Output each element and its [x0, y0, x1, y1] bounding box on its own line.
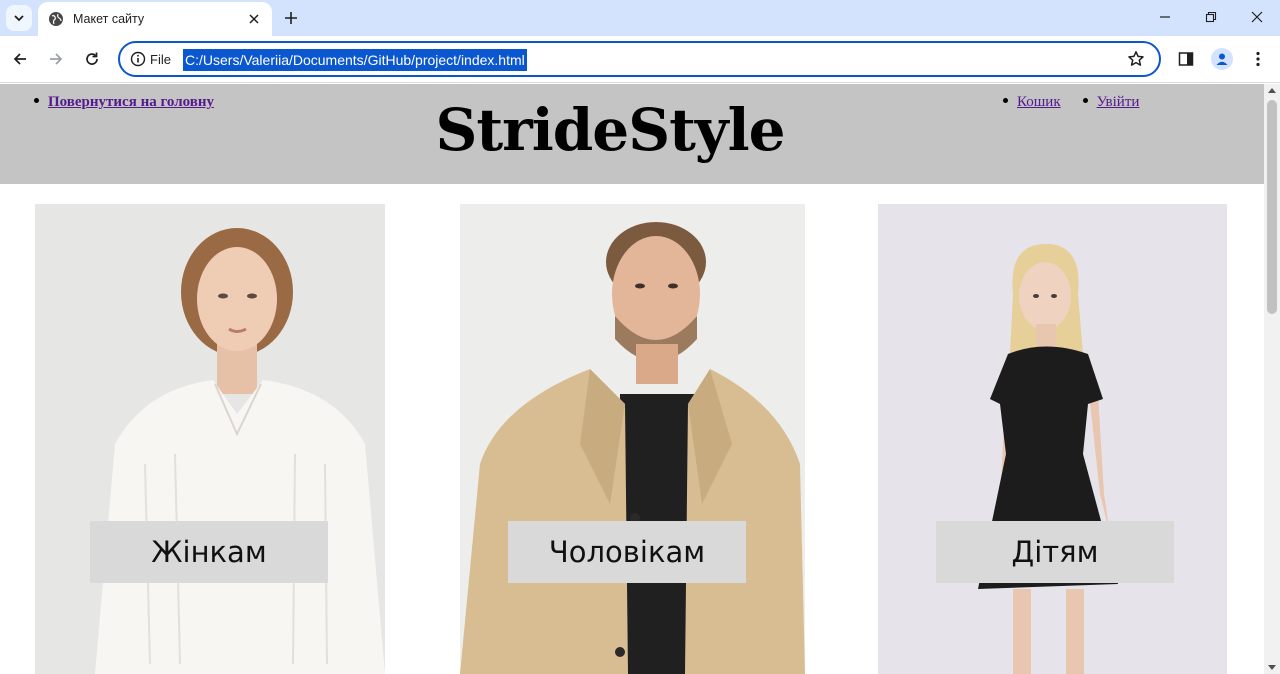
category-label: Жінкам: [90, 521, 328, 583]
back-button[interactable]: [5, 44, 35, 74]
category-label: Дітям: [936, 521, 1174, 583]
minimize-button[interactable]: [1142, 0, 1188, 34]
restore-button[interactable]: [1188, 0, 1234, 34]
tab-search-button[interactable]: [6, 5, 32, 31]
cart-label: Кошик: [1017, 94, 1061, 110]
child-photo-icon: [878, 204, 1227, 674]
reload-icon: [86, 52, 98, 65]
category-card-kids[interactable]: Дітям: [878, 204, 1227, 674]
scroll-up-icon[interactable]: [1268, 88, 1276, 93]
cart-link[interactable]: Кошик: [1003, 94, 1061, 111]
close-window-button[interactable]: [1234, 0, 1280, 34]
list-bullet: [1082, 98, 1088, 104]
address-bar[interactable]: File C:/Users/Valeriia/Documents/GitHub/…: [118, 41, 1161, 77]
browser-tab-active[interactable]: Макет сайту: [38, 2, 272, 36]
forward-button[interactable]: [41, 44, 71, 74]
reload-button[interactable]: [77, 44, 107, 74]
page-scrollbar[interactable]: [1264, 84, 1280, 674]
bookmark-star-icon[interactable]: [1127, 50, 1145, 68]
header-nav: Кошик Увійти: [1003, 94, 1139, 111]
list-bullet: [1003, 98, 1008, 104]
logout-link[interactable]: Увійти: [1082, 94, 1140, 111]
minimize-icon: [1160, 16, 1170, 18]
arrow-right-icon: [50, 53, 63, 65]
scheme-label: File: [150, 52, 171, 67]
browser-tab-strip: Макет сайту: [0, 0, 1280, 36]
browser-toolbar: File C:/Users/Valeriia/Documents/GitHub/…: [0, 36, 1280, 83]
chevron-down-icon: [14, 15, 24, 22]
close-icon: [249, 14, 259, 24]
category-card-women[interactable]: Жінкам: [35, 204, 385, 674]
globe-icon: [49, 12, 63, 26]
more-vertical-icon: [1256, 51, 1260, 67]
category-card-men[interactable]: Чоловікам: [460, 204, 805, 674]
new-tab-button[interactable]: [278, 5, 304, 31]
plus-icon: [285, 12, 297, 24]
info-icon[interactable]: [130, 51, 146, 67]
tab-title: Макет сайту: [73, 12, 145, 26]
side-panel-icon: [1178, 52, 1194, 66]
person-icon: [1216, 53, 1228, 65]
browser-menu-button[interactable]: [1243, 44, 1273, 74]
avatar: [1211, 48, 1233, 70]
woman-photo-icon: [35, 204, 385, 674]
category-label: Чоловікам: [508, 521, 746, 583]
restore-icon: [1205, 11, 1217, 23]
scrollbar-thumb[interactable]: [1267, 100, 1277, 314]
logout-label: Увійти: [1096, 94, 1140, 110]
arrow-left-icon: [13, 53, 26, 65]
scroll-down-icon[interactable]: [1268, 665, 1276, 670]
url-text[interactable]: C:/Users/Valeriia/Documents/GitHub/proje…: [183, 49, 527, 71]
profile-button[interactable]: [1207, 44, 1237, 74]
site-header: Повернутися на головну StrideStyle Кошик…: [0, 84, 1264, 184]
close-tab-button[interactable]: [244, 9, 264, 29]
side-panel-button[interactable]: [1171, 44, 1201, 74]
man-photo-icon: [460, 204, 805, 674]
close-icon: [1251, 11, 1263, 23]
page-viewport: Повернутися на головну StrideStyle Кошик…: [0, 84, 1264, 674]
